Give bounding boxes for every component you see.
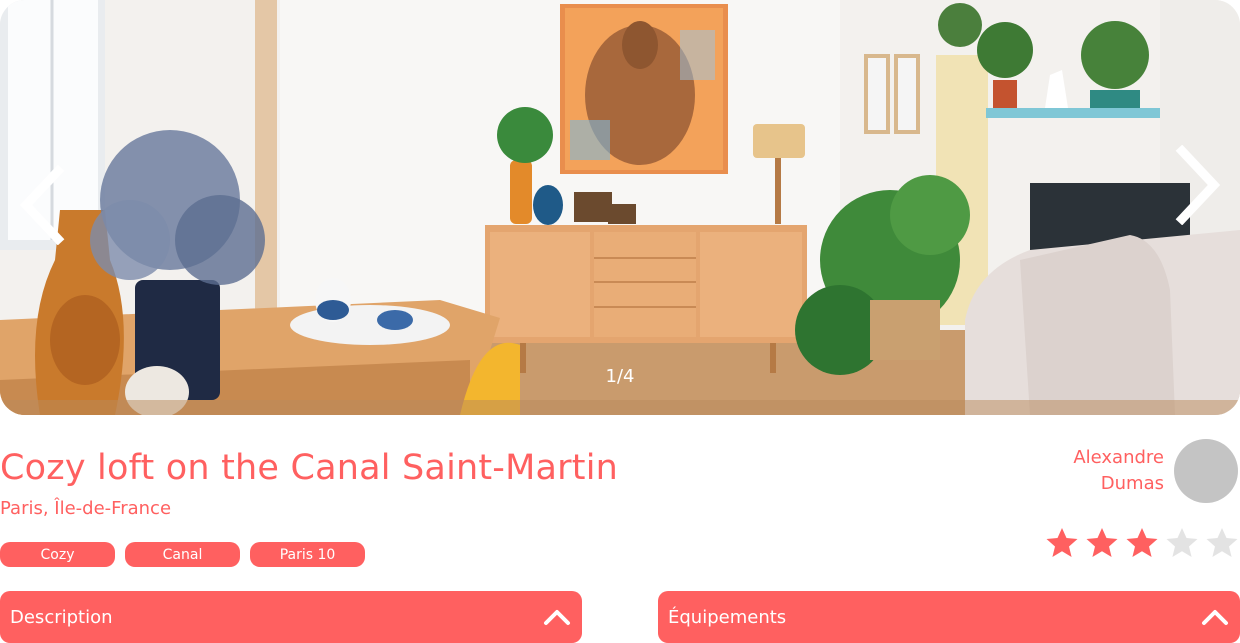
previous-photo-button[interactable]	[2, 150, 82, 260]
tag: Paris 10	[250, 542, 365, 567]
avatar	[1174, 439, 1238, 503]
photo-counter: 1/4	[605, 366, 635, 387]
equipments-label: Équipements	[668, 606, 787, 628]
listing-photo	[0, 0, 1240, 415]
description-label: Description	[10, 606, 113, 628]
star-filled-icon	[1086, 528, 1118, 557]
rating-stars	[1044, 526, 1240, 558]
description-collapse-header[interactable]: Description	[0, 591, 582, 643]
listing-title: Cozy loft on the Canal Saint-Martin	[0, 448, 618, 488]
chevron-right-icon	[1175, 145, 1221, 225]
star-empty-icon	[1166, 528, 1198, 557]
next-photo-button[interactable]	[1158, 130, 1238, 240]
star-filled-icon	[1126, 528, 1158, 557]
chevron-up-icon	[1202, 610, 1228, 625]
star-filled-icon	[1046, 528, 1078, 557]
chevron-up-icon	[544, 610, 570, 625]
listing-location: Paris, Île-de-France	[0, 498, 172, 519]
tag: Cozy	[0, 542, 115, 567]
star-empty-icon	[1206, 528, 1238, 557]
host-first-name: Alexandre	[1073, 447, 1164, 468]
tag: Canal	[125, 542, 240, 567]
host-name: Alexandre Dumas	[1044, 445, 1164, 497]
equipments-collapse-header[interactable]: Équipements	[658, 591, 1240, 643]
chevron-left-icon	[19, 165, 65, 245]
host-card: Alexandre Dumas	[1044, 439, 1238, 503]
host-last-name: Dumas	[1100, 473, 1164, 494]
photo-carousel: 1/4	[0, 0, 1240, 415]
tag-list: Cozy Canal Paris 10	[0, 542, 365, 567]
